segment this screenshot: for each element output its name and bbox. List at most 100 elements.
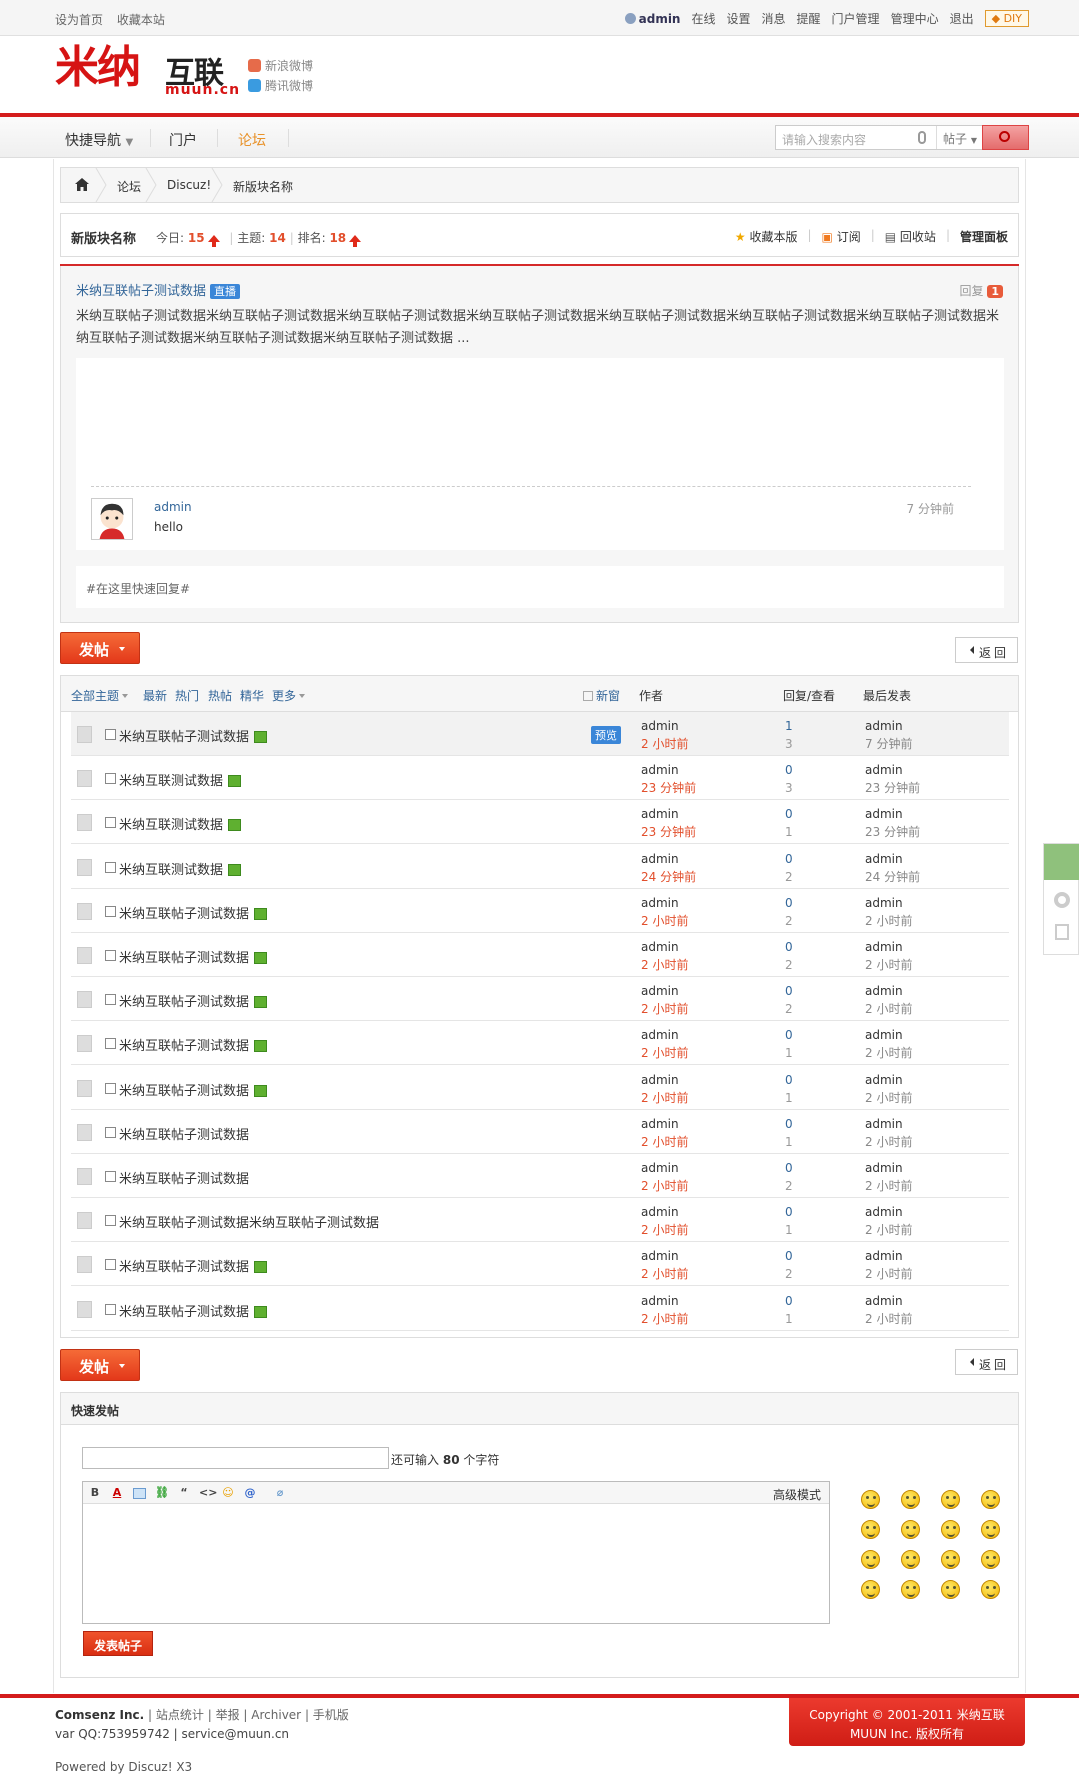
thread-title[interactable]: 米纳互联帖子测试数据 xyxy=(119,726,268,745)
last-post-user[interactable]: admin xyxy=(865,805,920,823)
recycle-bin-button[interactable]: ▤ 回收站 xyxy=(885,228,936,245)
author-name[interactable]: admin xyxy=(641,850,696,868)
footer-link-report[interactable]: 举报 xyxy=(216,1708,240,1722)
last-post-user[interactable]: admin xyxy=(865,1071,912,1089)
breadcrumb-current[interactable]: 新版块名称 xyxy=(233,178,293,195)
nav-quick-menu[interactable]: 快捷导航 ▼ xyxy=(65,130,133,150)
last-post-user[interactable]: admin xyxy=(865,894,912,912)
thread-title[interactable]: 米纳互联帖子测试数据 xyxy=(119,1124,249,1143)
thread-title[interactable]: 米纳互联帖子测试数据 xyxy=(119,1035,268,1054)
smiley-icon[interactable] xyxy=(901,1580,920,1599)
thread-checkbox[interactable] xyxy=(105,817,116,829)
footer-link-mobile[interactable]: 手机版 xyxy=(313,1708,349,1722)
table-row[interactable]: 米纳互联测试数据 admin 23 分钟前 0 3 admin 23 分钟前 xyxy=(71,756,1009,801)
thread-title[interactable]: 米纳互联帖子测试数据 xyxy=(119,1168,249,1187)
thread-title[interactable]: 米纳互联测试数据 xyxy=(119,814,242,833)
author-name[interactable]: admin xyxy=(641,805,696,823)
author-name[interactable]: admin xyxy=(641,1203,688,1221)
portal-admin-link[interactable]: 门户管理 xyxy=(832,10,880,27)
subscribe-button[interactable]: ▣ 订阅 xyxy=(822,228,861,245)
author-name[interactable]: admin xyxy=(641,1071,688,1089)
avatar[interactable] xyxy=(91,498,133,540)
thread-checkbox[interactable] xyxy=(105,729,116,740)
filter-all[interactable]: 全部主题 xyxy=(71,687,129,704)
notifications-link[interactable]: 提醒 xyxy=(797,10,821,27)
smiley-icon[interactable] xyxy=(861,1550,880,1569)
gear-icon[interactable] xyxy=(1054,892,1070,908)
filter-hot-posts[interactable]: 热帖 xyxy=(208,687,232,704)
thread-checkbox[interactable] xyxy=(105,861,116,873)
thread-checkbox[interactable] xyxy=(105,994,116,1006)
table-row[interactable]: 米纳互联帖子测试数据 admin 2 小时前 0 1 admin 2 小时前 xyxy=(71,1110,1009,1154)
last-post-user[interactable]: admin xyxy=(865,1159,912,1177)
footer-link-stats[interactable]: 站点统计 xyxy=(156,1708,204,1722)
table-row[interactable]: 米纳互联帖子测试数据 admin 2 小时前 0 1 admin 2 小时前 xyxy=(71,1021,1009,1066)
thread-title[interactable]: 米纳互联测试数据 xyxy=(119,859,242,878)
quote-icon[interactable]: “ xyxy=(177,1486,191,1500)
microphone-icon[interactable] xyxy=(918,131,926,144)
thread-checkbox[interactable] xyxy=(105,1126,116,1138)
at-icon[interactable]: @ xyxy=(243,1486,257,1500)
smiley-icon[interactable] xyxy=(981,1550,1000,1569)
font-color-icon[interactable]: A xyxy=(110,1486,124,1500)
thread-title[interactable]: 米纳互联测试数据 xyxy=(119,770,242,789)
back-button[interactable]: 返回 xyxy=(955,637,1018,663)
bookmark-site-link[interactable]: 收藏本站 xyxy=(117,13,165,27)
last-post-user[interactable]: admin xyxy=(865,761,920,779)
link-icon[interactable]: ⛓ xyxy=(155,1486,169,1500)
thread-title[interactable]: 米纳互联帖子测试数据 xyxy=(119,1256,268,1275)
table-row[interactable]: 米纳互联帖子测试数据 admin 2 小时前 0 2 admin 2 小时前 xyxy=(71,1242,1009,1287)
thread-title[interactable]: 米纳互联帖子测试数据 xyxy=(119,1301,268,1320)
logout-link[interactable]: 退出 xyxy=(950,10,974,27)
filter-more[interactable]: 更多 xyxy=(272,687,306,704)
nav-item-forum[interactable]: 论坛 xyxy=(238,130,266,150)
breadcrumb-discuz[interactable]: Discuz! xyxy=(167,178,211,192)
footer-link-archiver[interactable]: Archiver xyxy=(251,1708,301,1722)
author-name[interactable]: admin xyxy=(641,761,696,779)
thread-checkbox[interactable] xyxy=(105,950,116,961)
smiley-icon[interactable] xyxy=(901,1490,920,1509)
table-row[interactable]: 米纳互联帖子测试数据米纳互联帖子测试数据 admin 2 小时前 0 1 admin 2 小… xyxy=(71,1198,1009,1243)
table-row[interactable]: 米纳互联帖子测试数据 admin 2 小时前 0 1 admin 2 小时前 xyxy=(71,1287,1009,1331)
author-name[interactable]: admin xyxy=(641,1292,688,1310)
thread-title[interactable]: 米纳互联帖子测试数据 xyxy=(119,903,268,922)
smiley-icon[interactable] xyxy=(901,1550,920,1569)
author-name[interactable]: admin xyxy=(641,938,688,956)
author-name[interactable]: admin xyxy=(641,1247,688,1265)
smiley-icon[interactable] xyxy=(901,1520,920,1539)
language-icon[interactable] xyxy=(1055,924,1069,940)
thread-title[interactable]: 米纳互联帖子测试数据米纳互联帖子测试数据 xyxy=(119,1212,379,1231)
site-logo[interactable]: 米纳 互联 muun.cn xyxy=(55,42,239,98)
table-row[interactable]: 米纳互联帖子测试数据 预览 admin 2 小时前 1 3 admin 7 分钟前 xyxy=(71,712,1009,756)
thread-checkbox[interactable] xyxy=(105,773,116,785)
author-name[interactable]: admin xyxy=(641,894,688,912)
thread-checkbox[interactable] xyxy=(105,1038,116,1050)
home-icon[interactable] xyxy=(75,178,89,191)
smiley-icon[interactable] xyxy=(861,1580,880,1599)
smiley-icon[interactable] xyxy=(861,1520,880,1539)
live-thread-title[interactable]: 米纳互联帖子测试数据 xyxy=(76,284,206,299)
last-post-user[interactable]: admin xyxy=(865,717,912,735)
smiley-icon[interactable]: ☺ xyxy=(221,1486,235,1500)
submit-post-button[interactable]: 发表帖子 xyxy=(83,1631,153,1656)
smiley-icon[interactable] xyxy=(941,1490,960,1509)
nav-item-portal[interactable]: 门户 xyxy=(169,130,197,150)
table-row[interactable]: 米纳互联测试数据 admin 24 分钟前 0 2 admin 24 分钟前 xyxy=(71,845,1009,889)
thread-checkbox[interactable] xyxy=(105,1215,116,1227)
new-thread-button[interactable]: 发帖 xyxy=(60,632,140,664)
smiley-icon[interactable] xyxy=(941,1520,960,1539)
filter-digest[interactable]: 精华 xyxy=(240,687,264,704)
table-row[interactable]: 米纳互联帖子测试数据 admin 2 小时前 0 1 admin 2 小时前 xyxy=(71,1066,1009,1110)
table-row[interactable]: 米纳互联测试数据 admin 23 分钟前 0 1 admin 23 分钟前 xyxy=(71,800,1009,845)
search-input[interactable]: 请输入搜索内容 xyxy=(782,131,866,148)
bold-icon[interactable]: B xyxy=(88,1486,102,1500)
favorite-forum-button[interactable]: ★ 收藏本版 xyxy=(735,228,798,245)
admin-panel-button[interactable]: 管理面板 xyxy=(960,228,1008,245)
preview-button[interactable]: 预览 xyxy=(591,726,621,744)
smiley-icon[interactable] xyxy=(981,1580,1000,1599)
diy-button[interactable]: ◆ DIY xyxy=(984,10,1029,27)
filter-latest[interactable]: 最新 xyxy=(143,687,167,704)
smiley-icon[interactable] xyxy=(861,1490,880,1509)
quick-reply-input[interactable]: #在这里快速回复# xyxy=(76,566,1004,608)
table-row[interactable]: 米纳互联帖子测试数据 admin 2 小时前 0 2 admin 2 小时前 xyxy=(71,889,1009,933)
